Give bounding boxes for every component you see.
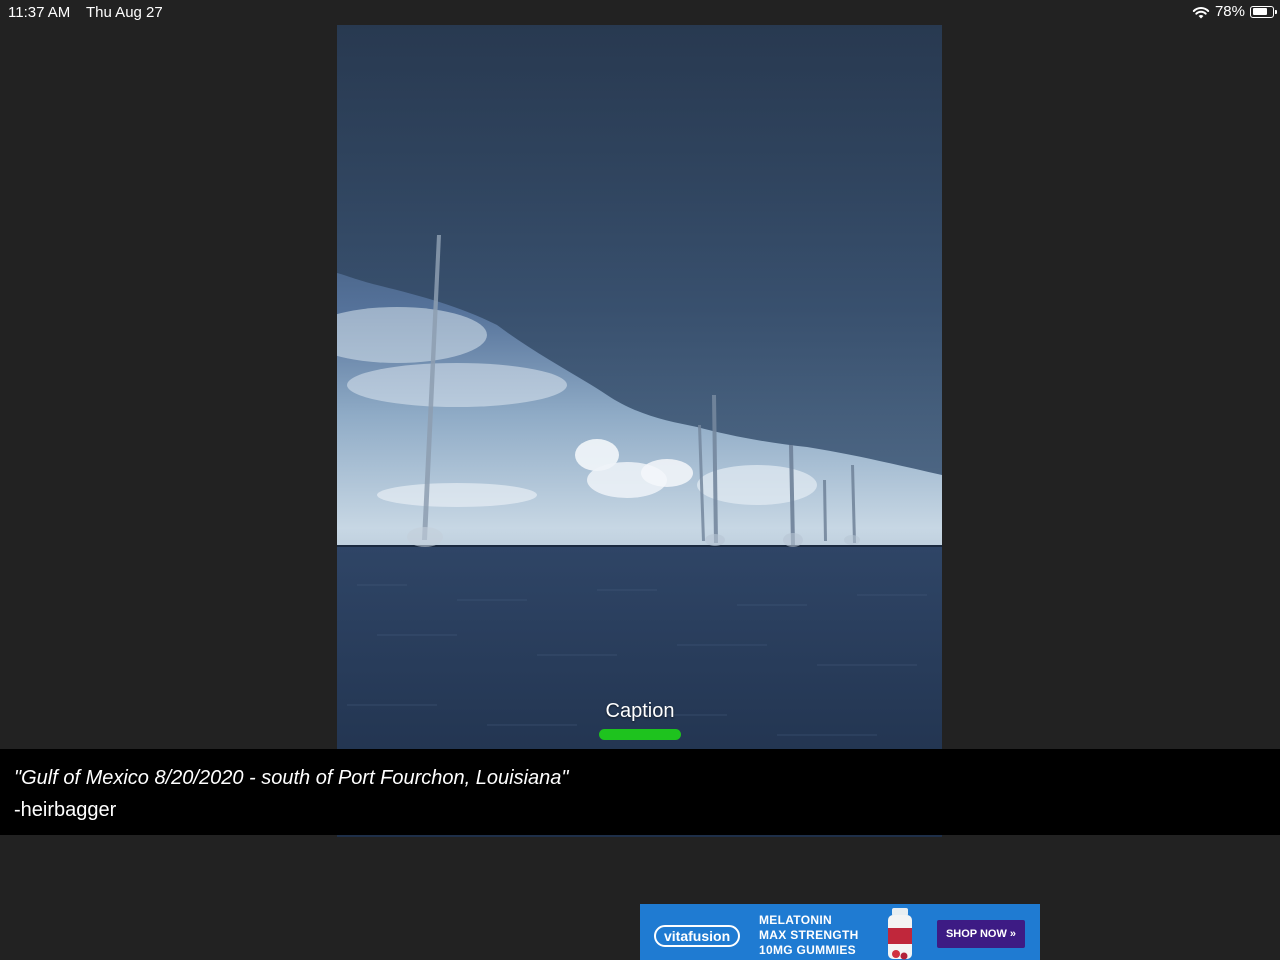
battery-percentage: 78% xyxy=(1214,3,1245,20)
ad-brand-logo: vitafusion xyxy=(654,925,741,947)
ad-line: MELATONIN xyxy=(759,913,832,927)
ad-headline: MELATONIN MAX STRENGTH 10MG GUMMIES xyxy=(759,913,879,958)
caption-quote: "Gulf of Mexico 8/20/2020 - south of Por… xyxy=(14,767,569,789)
caption-panel: "Gulf of Mexico 8/20/2020 - south of Por… xyxy=(0,749,1280,835)
battery-icon xyxy=(1250,5,1277,18)
status-time: 11:37 AM xyxy=(8,4,71,21)
shop-now-button[interactable]: SHOP NOW » xyxy=(937,920,1025,948)
caption-toggle-button[interactable]: Caption xyxy=(590,700,690,746)
status-bar: 11:37 AM Thu Aug 27 78% xyxy=(0,0,1280,24)
ad-line: MAX STRENGTH xyxy=(759,928,859,942)
status-indicators: 78% xyxy=(1192,3,1277,20)
ad-line: 10MG GUMMIES xyxy=(759,943,856,957)
product-bottle-icon xyxy=(888,908,912,960)
caption-button-label: Caption xyxy=(605,700,675,722)
caption-author: -heirbagger xyxy=(14,799,117,821)
status-date: Thu Aug 27 xyxy=(86,4,163,21)
caption-handle-bar[interactable] xyxy=(599,729,681,740)
wifi-icon xyxy=(1192,6,1210,18)
battery-level xyxy=(1252,8,1267,15)
ad-banner[interactable]: vitafusion MELATONIN MAX STRENGTH 10MG G… xyxy=(640,904,1040,960)
